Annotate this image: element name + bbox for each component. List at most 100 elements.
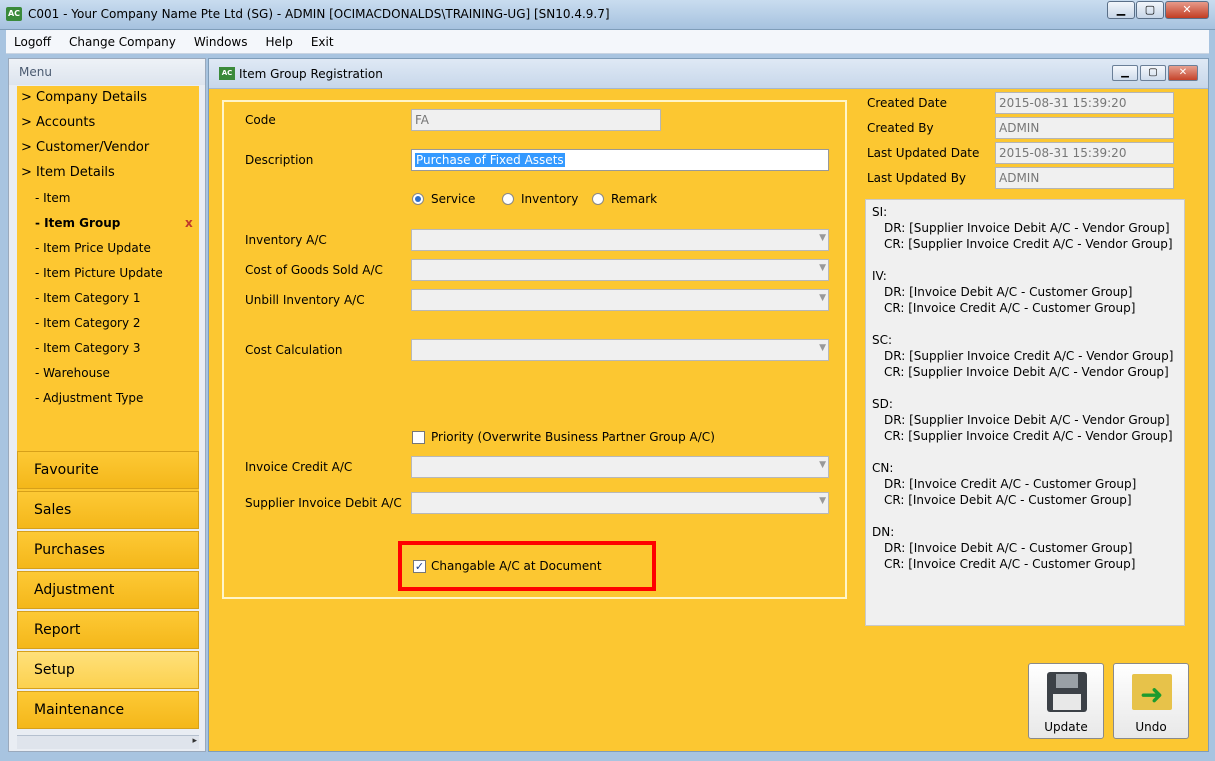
window-titlebar[interactable]: AC C001 - Your Company Name Pte Ltd (SG)… xyxy=(0,0,1215,30)
posting-code: SC: xyxy=(872,333,893,347)
nav-sub-adjustment-type[interactable]: - Adjustment Type xyxy=(35,391,143,405)
description-field[interactable]: Purchase of Fixed Assets xyxy=(411,149,829,171)
posting-cr: CR: [Invoice Debit A/C - Customer Group] xyxy=(884,493,1132,507)
posting-cr: CR: [Supplier Invoice Credit A/C - Vendo… xyxy=(884,429,1173,443)
nav-customer-vendor[interactable]: > Customer/Vendor xyxy=(21,140,149,155)
group-sales[interactable]: Sales xyxy=(17,491,199,529)
type-remark-label[interactable]: Remark xyxy=(611,192,657,206)
type-remark-radio[interactable] xyxy=(592,193,604,205)
update-button[interactable]: Update xyxy=(1028,663,1104,739)
chevron-down-icon[interactable]: ▼ xyxy=(819,496,826,506)
child-minimize-button[interactable]: ▁ xyxy=(1112,65,1138,81)
posting-dr: DR: [Invoice Credit A/C - Customer Group… xyxy=(884,477,1137,491)
nav-sub-item-price-update[interactable]: - Item Price Update xyxy=(35,241,151,255)
code-label: Code xyxy=(245,113,276,127)
child-maximize-button[interactable]: ▢ xyxy=(1140,65,1166,81)
menu-windows[interactable]: Windows xyxy=(194,35,248,49)
group-favourite[interactable]: Favourite xyxy=(17,451,199,489)
cogs-ac-label: Cost of Goods Sold A/C xyxy=(245,263,383,277)
scroll-right-icon[interactable]: ▸ xyxy=(192,736,197,746)
nav-sub-warehouse[interactable]: - Warehouse xyxy=(35,366,110,380)
close-tab-icon[interactable]: x xyxy=(185,216,193,230)
menu-change-company[interactable]: Change Company xyxy=(69,35,176,49)
nav-sub-item-picture-update[interactable]: - Item Picture Update xyxy=(35,266,163,280)
type-inventory-label[interactable]: Inventory xyxy=(521,192,578,206)
nav-company-details[interactable]: > Company Details xyxy=(21,90,147,105)
menu-exit[interactable]: Exit xyxy=(311,35,334,49)
inventory-ac-combo[interactable]: ▼ xyxy=(411,229,829,251)
posting-dr: DR: [Invoice Debit A/C - Customer Group] xyxy=(884,285,1133,299)
posting-code: SI: xyxy=(872,205,888,219)
supplier-invoice-debit-combo[interactable]: ▼ xyxy=(411,492,829,514)
chevron-down-icon[interactable]: ▼ xyxy=(819,233,826,243)
maximize-button[interactable]: ▢ xyxy=(1136,1,1164,19)
nav-sub-item[interactable]: - Item xyxy=(35,191,70,205)
chevron-down-icon[interactable]: ▼ xyxy=(819,343,826,353)
chevron-down-icon[interactable]: ▼ xyxy=(819,293,826,303)
nav-sub-item-category-3[interactable]: - Item Category 3 xyxy=(35,341,141,355)
nav-scrollbar[interactable]: ▸ xyxy=(17,735,199,749)
item-group-window: AC Item Group Registration ▁ ▢ ✕ Code FA… xyxy=(208,58,1209,752)
posting-block-dn: DN: DR: [Invoice Debit A/C - Customer Gr… xyxy=(872,524,1178,572)
group-setup[interactable]: Setup xyxy=(17,651,199,689)
group-adjustment[interactable]: Adjustment xyxy=(17,571,199,609)
child-logo-icon: AC xyxy=(219,67,235,80)
form-frame: Code FA Description Purchase of Fixed As… xyxy=(222,100,847,599)
type-service-label[interactable]: Service xyxy=(431,192,475,206)
type-service-radio[interactable] xyxy=(412,193,424,205)
created-date-field: 2015-08-31 15:39:20 xyxy=(995,92,1174,114)
group-report[interactable]: Report xyxy=(17,611,199,649)
nav-sub-item-group[interactable]: - Item Group xyxy=(35,216,120,230)
changable-ac-checkbox[interactable]: ✓ xyxy=(413,560,426,573)
nav-sub-item-category-2[interactable]: - Item Category 2 xyxy=(35,316,141,330)
posting-dr: DR: [Supplier Invoice Debit A/C - Vendor… xyxy=(884,413,1170,427)
description-label: Description xyxy=(245,153,314,167)
posting-dr: DR: [Invoice Debit A/C - Customer Group] xyxy=(884,541,1133,555)
invoice-credit-label: Invoice Credit A/C xyxy=(245,460,353,474)
chevron-down-icon[interactable]: ▼ xyxy=(819,263,826,273)
nav-item-details[interactable]: > Item Details xyxy=(21,165,115,180)
invoice-credit-combo[interactable]: ▼ xyxy=(411,456,829,478)
menu-logoff[interactable]: Logoff xyxy=(14,35,51,49)
posting-block-cn: CN: DR: [Invoice Credit A/C - Customer G… xyxy=(872,460,1178,508)
inventory-ac-label: Inventory A/C xyxy=(245,233,327,247)
child-titlebar[interactable]: AC Item Group Registration ▁ ▢ ✕ xyxy=(209,59,1208,89)
menu-help[interactable]: Help xyxy=(265,35,292,49)
child-title: Item Group Registration xyxy=(239,67,383,81)
posting-block-sc: SC: DR: [Supplier Invoice Credit A/C - V… xyxy=(872,332,1178,380)
nav-header: Menu xyxy=(9,59,205,85)
app-logo-icon: AC xyxy=(6,7,22,21)
cost-calculation-combo[interactable]: ▼ xyxy=(411,339,829,361)
code-field[interactable]: FA xyxy=(411,109,661,131)
unbill-inventory-label: Unbill Inventory A/C xyxy=(245,293,365,307)
undo-button-label: Undo xyxy=(1135,720,1167,734)
created-by-field: ADMIN xyxy=(995,117,1174,139)
chevron-down-icon[interactable]: ▼ xyxy=(819,460,826,470)
posting-code: DN: xyxy=(872,525,895,539)
close-button[interactable]: ✕ xyxy=(1165,1,1209,19)
group-maintenance[interactable]: Maintenance xyxy=(17,691,199,729)
description-selected-text: Purchase of Fixed Assets xyxy=(415,153,565,167)
priority-label[interactable]: Priority (Overwrite Business Partner Gro… xyxy=(431,430,715,444)
cogs-ac-combo[interactable]: ▼ xyxy=(411,259,829,281)
posting-cr: CR: [Supplier Invoice Credit A/C - Vendo… xyxy=(884,237,1173,251)
last-updated-date-field: 2015-08-31 15:39:20 xyxy=(995,142,1174,164)
group-purchases[interactable]: Purchases xyxy=(17,531,199,569)
child-close-button[interactable]: ✕ xyxy=(1168,65,1198,81)
posting-block-si: SI: DR: [Supplier Invoice Debit A/C - Ve… xyxy=(872,204,1178,252)
changable-ac-label[interactable]: Changable A/C at Document xyxy=(431,559,602,573)
cost-calculation-label: Cost Calculation xyxy=(245,343,343,357)
undo-button[interactable]: ➜ Undo xyxy=(1113,663,1189,739)
menubar: Logoff Change Company Windows Help Exit xyxy=(6,30,1209,54)
last-updated-by-field: ADMIN xyxy=(995,167,1174,189)
nav-panel: Menu > Company Details > Accounts > Cust… xyxy=(8,58,206,752)
minimize-button[interactable]: ▁ xyxy=(1107,1,1135,19)
posting-block-iv: IV: DR: [Invoice Debit A/C - Customer Gr… xyxy=(872,268,1178,316)
type-inventory-radio[interactable] xyxy=(502,193,514,205)
posting-cr: CR: [Invoice Credit A/C - Customer Group… xyxy=(884,301,1136,315)
nav-sub-item-category-1[interactable]: - Item Category 1 xyxy=(35,291,141,305)
update-button-label: Update xyxy=(1044,720,1088,734)
priority-checkbox[interactable] xyxy=(412,431,425,444)
unbill-inventory-combo[interactable]: ▼ xyxy=(411,289,829,311)
nav-accounts[interactable]: > Accounts xyxy=(21,115,95,130)
